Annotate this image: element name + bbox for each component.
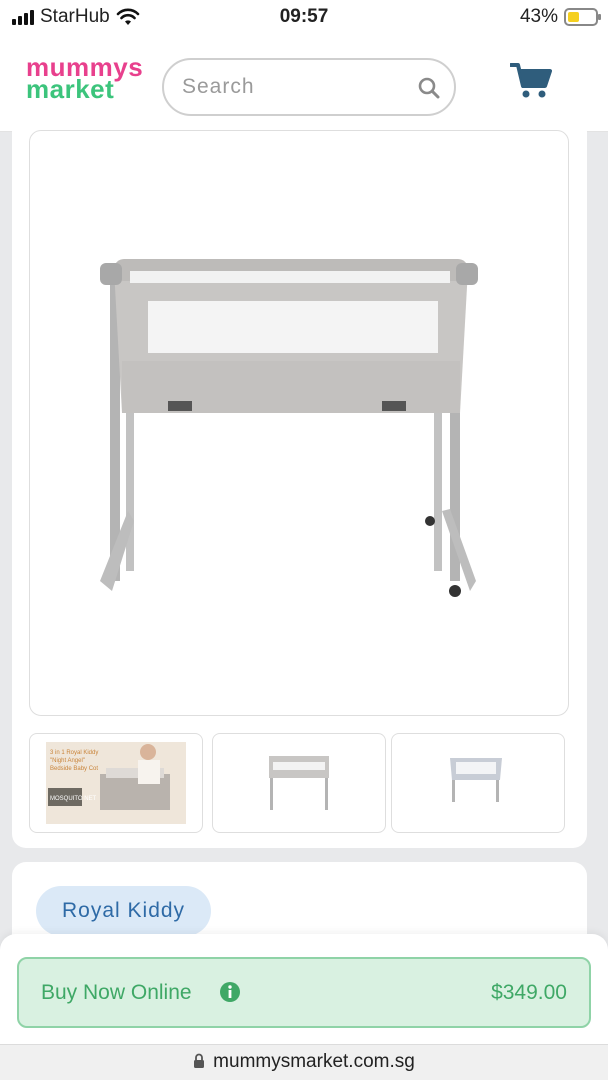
status-right: 43% — [519, 6, 601, 28]
status-bar: StarHub 09:57 43% — [0, 0, 608, 34]
thumbnail-badge: MOSQUITO NET — [50, 796, 97, 802]
buy-panel: Buy Now Online $349.00 — [0, 934, 608, 1044]
thumbnail-front[interactable] — [212, 733, 386, 833]
url-display: mummysmarket.com.sg — [0, 1051, 608, 1073]
thumbnail-caption-1: 3 in 1 Royal Kiddy — [50, 750, 98, 756]
lock-icon — [194, 1053, 205, 1068]
info-icon[interactable] — [219, 981, 241, 1003]
crib-front-thumbnail — [269, 756, 329, 810]
search-bar — [162, 58, 456, 116]
battery-percent: 43% — [519, 6, 558, 27]
brand-tag[interactable]: Royal Kiddy — [36, 886, 212, 936]
search-icon[interactable] — [418, 77, 440, 99]
browser-url-bar[interactable]: mummysmarket.com.sg — [0, 1044, 608, 1080]
product-gallery: MOSQUITO NET 3 in 1 Royal Kiddy "Night A… — [12, 118, 587, 848]
crib-side-thumbnail — [450, 758, 502, 802]
thumbnail-side[interactable] — [391, 733, 565, 833]
clock: 09:57 — [279, 6, 329, 27]
battery-icon — [564, 8, 601, 26]
search-input[interactable] — [182, 72, 412, 102]
thumbnail-caption-2: "Night Angel" — [50, 758, 85, 764]
buy-now-button[interactable]: Buy Now Online $349.00 — [17, 957, 591, 1028]
mummys-market-logo[interactable]: mummys market — [26, 54, 143, 102]
buy-now-label: Buy Now Online — [41, 981, 192, 1004]
url-text: mummysmarket.com.sg — [213, 1051, 415, 1072]
cart-icon[interactable] — [510, 62, 552, 100]
price: $349.00 — [491, 981, 567, 1004]
thumbnail-strip: MOSQUITO NET 3 in 1 Royal Kiddy "Night A… — [29, 733, 569, 833]
thumbnail-caption-3: Bedside Baby Cot — [50, 766, 98, 772]
bedside-crib-image — [100, 259, 478, 597]
product-main-image[interactable] — [29, 130, 569, 716]
thumbnail-lifestyle[interactable]: MOSQUITO NET 3 in 1 Royal Kiddy "Night A… — [29, 733, 203, 833]
lifestyle-photo: MOSQUITO NET 3 in 1 Royal Kiddy "Night A… — [46, 742, 186, 824]
